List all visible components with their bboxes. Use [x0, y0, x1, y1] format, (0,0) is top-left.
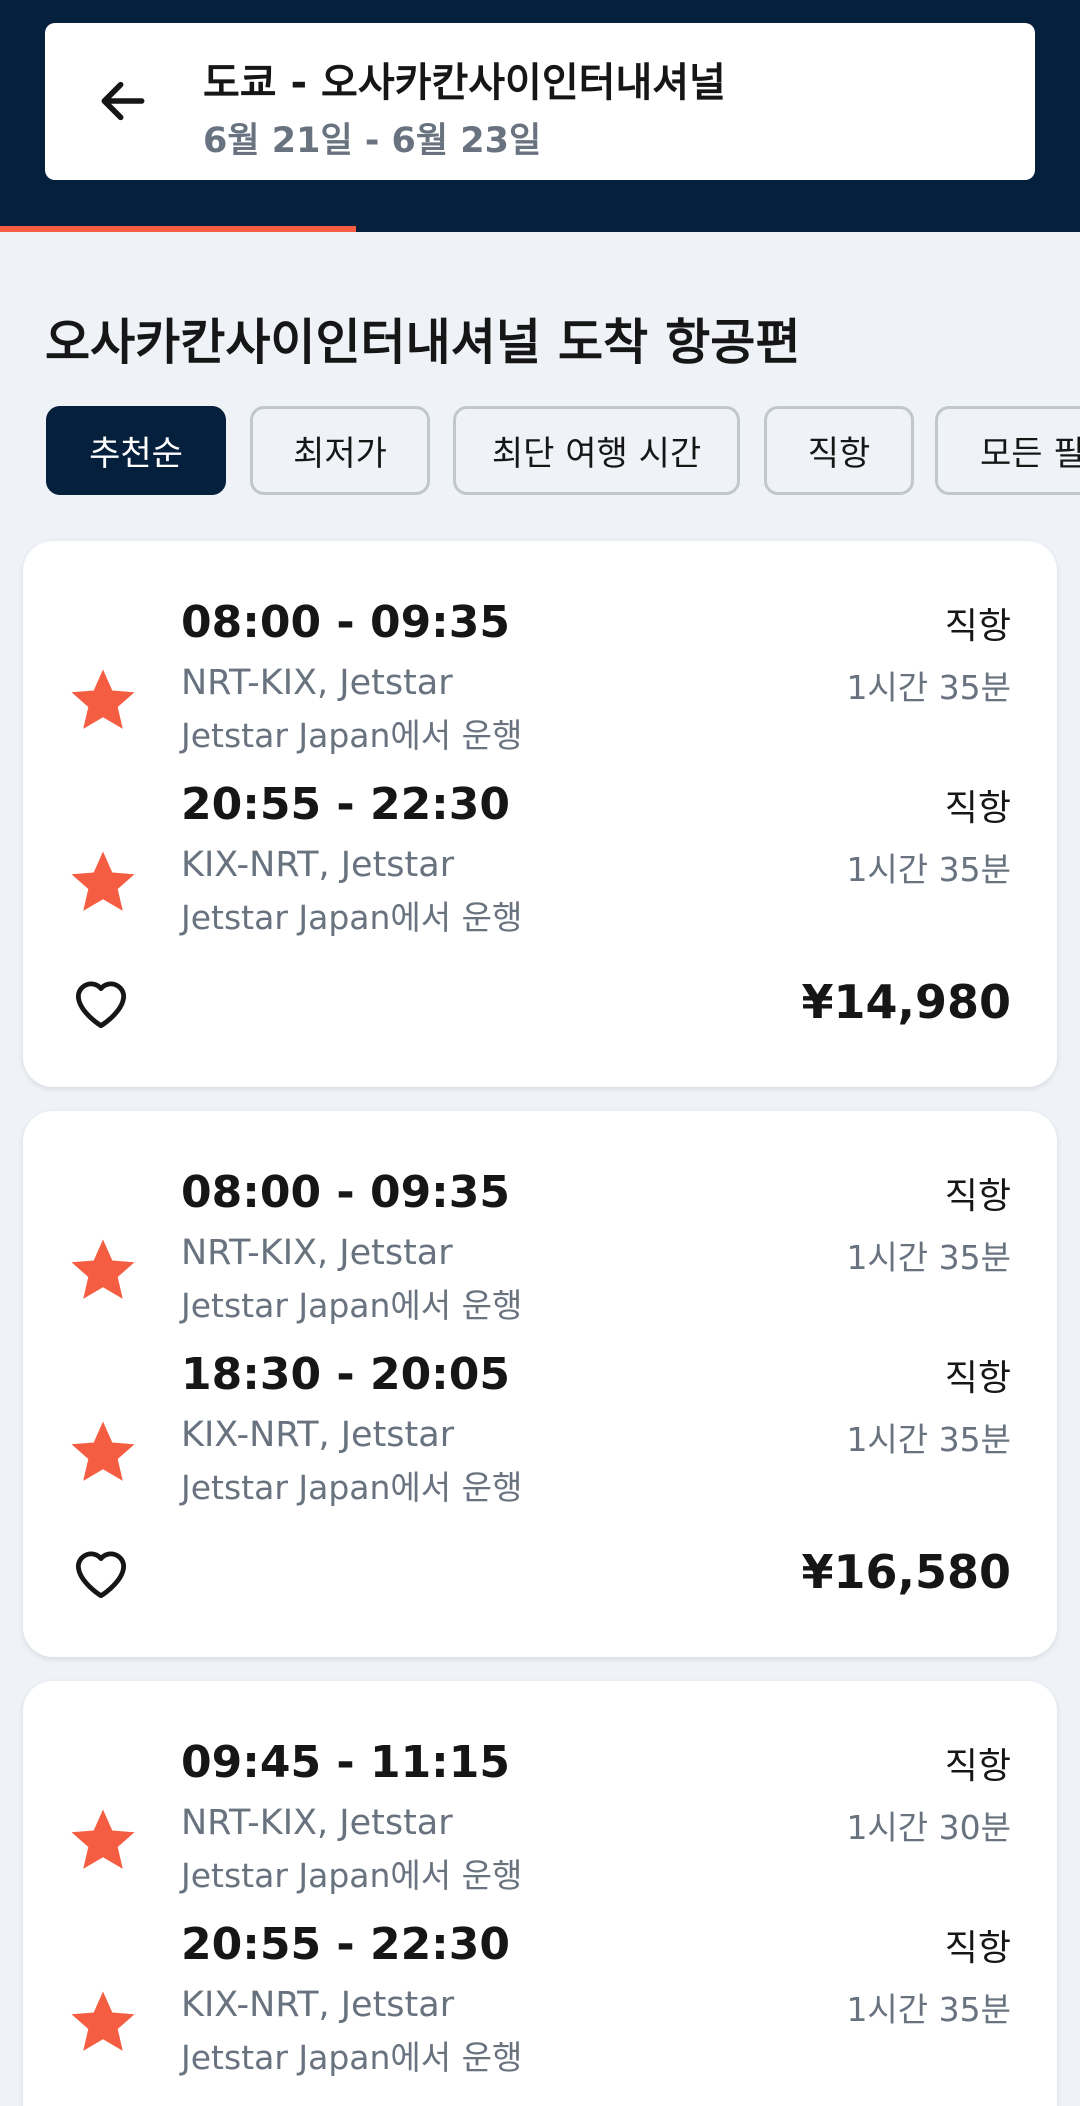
- flight-route: KIX-NRT, Jetstar: [181, 1985, 455, 2025]
- flight-stops: 직항: [944, 1358, 1011, 1399]
- arrow-left-icon: [101, 81, 145, 121]
- flight-route: NRT-KIX, Jetstar: [181, 663, 453, 703]
- flight-route: NRT-KIX, Jetstar: [181, 1233, 453, 1273]
- flight-times: 09:45 - 11:15: [181, 1737, 511, 1788]
- flight-leg-outbound: 09:45 - 11:15 NRT-KIX, Jetstar Jetstar J…: [23, 1737, 1057, 1897]
- filter-chip-direct[interactable]: 직항: [764, 406, 914, 495]
- flight-route: KIX-NRT, Jetstar: [181, 1415, 455, 1455]
- flight-duration: 1시간 35분: [846, 1990, 1011, 2029]
- flight-times: 20:55 - 22:30: [181, 779, 511, 830]
- flight-times: 08:00 - 09:35: [181, 597, 511, 648]
- flight-result-card[interactable]: 08:00 - 09:35 NRT-KIX, Jetstar Jetstar J…: [23, 1111, 1057, 1657]
- back-button[interactable]: [75, 53, 171, 149]
- filter-chip-fastest[interactable]: 최단 여행 시간: [453, 406, 740, 495]
- flight-duration: 1시간 30분: [846, 1808, 1011, 1847]
- flight-operator: Jetstar Japan에서 운행: [181, 1856, 523, 1895]
- jetstar-star-icon: [71, 1991, 135, 2051]
- flight-leg-outbound: 08:00 - 09:35 NRT-KIX, Jetstar Jetstar J…: [23, 1167, 1057, 1327]
- flight-leg-return: 18:30 - 20:05 KIX-NRT, Jetstar Jetstar J…: [23, 1349, 1057, 1509]
- flight-route: NRT-KIX, Jetstar: [181, 1803, 453, 1843]
- jetstar-star-icon: [71, 669, 135, 729]
- jetstar-star-icon: [71, 1239, 135, 1299]
- flight-times: 18:30 - 20:05: [181, 1349, 511, 1400]
- flight-operator: Jetstar Japan에서 운행: [181, 1468, 523, 1507]
- jetstar-star-icon: [71, 1421, 135, 1481]
- flight-operator: Jetstar Japan에서 운행: [181, 2038, 523, 2077]
- flight-leg-return: 20:55 - 22:30 KIX-NRT, Jetstar Jetstar J…: [23, 1919, 1057, 2079]
- flight-result-card[interactable]: 08:00 - 09:35 NRT-KIX, Jetstar Jetstar J…: [23, 541, 1057, 1087]
- jetstar-star-icon: [71, 851, 135, 911]
- flight-stops: 직항: [944, 1746, 1011, 1787]
- flight-result-card[interactable]: 09:45 - 11:15 NRT-KIX, Jetstar Jetstar J…: [23, 1681, 1057, 2106]
- flight-price: ¥14,980: [801, 975, 1011, 1029]
- flight-leg-return: 20:55 - 22:30 KIX-NRT, Jetstar Jetstar J…: [23, 779, 1057, 939]
- flight-route: KIX-NRT, Jetstar: [181, 845, 455, 885]
- flight-stops: 직항: [944, 788, 1011, 829]
- flight-times: 20:55 - 22:30: [181, 1919, 511, 1970]
- flight-stops: 직항: [944, 1176, 1011, 1217]
- flight-duration: 1시간 35분: [846, 668, 1011, 707]
- flight-stops: 직항: [944, 1928, 1011, 1969]
- flight-duration: 1시간 35분: [846, 850, 1011, 889]
- flight-leg-outbound: 08:00 - 09:35 NRT-KIX, Jetstar Jetstar J…: [23, 597, 1057, 757]
- page-title: 오사카칸사이인터내셔널 도착 항공편: [45, 314, 801, 371]
- flight-duration: 1시간 35분: [846, 1420, 1011, 1459]
- heart-outline-icon[interactable]: [69, 1541, 133, 1605]
- flight-duration: 1시간 35분: [846, 1238, 1011, 1277]
- filter-chip-recommended[interactable]: 추천순: [46, 406, 226, 495]
- flight-operator: Jetstar Japan에서 운행: [181, 716, 523, 755]
- filter-chips: 추천순 최저가 최단 여행 시간 직항 모든 필: [46, 406, 1080, 496]
- route-title[interactable]: 도쿄 - 오사카칸사이인터내셔널: [203, 50, 726, 108]
- filter-chip-all-filters[interactable]: 모든 필: [935, 406, 1080, 495]
- jetstar-star-icon: [71, 1809, 135, 1869]
- heart-outline-icon[interactable]: [69, 971, 133, 1035]
- flight-times: 08:00 - 09:35: [181, 1167, 511, 1218]
- flight-price: ¥16,580: [801, 1545, 1011, 1599]
- flight-operator: Jetstar Japan에서 운행: [181, 1286, 523, 1325]
- filter-chip-cheapest[interactable]: 최저가: [250, 406, 430, 495]
- loading-progress-fill: [0, 226, 357, 232]
- flight-operator: Jetstar Japan에서 운행: [181, 898, 523, 937]
- flight-stops: 직항: [944, 606, 1011, 647]
- route-dates[interactable]: 6월 21일 - 6월 23일: [203, 112, 541, 163]
